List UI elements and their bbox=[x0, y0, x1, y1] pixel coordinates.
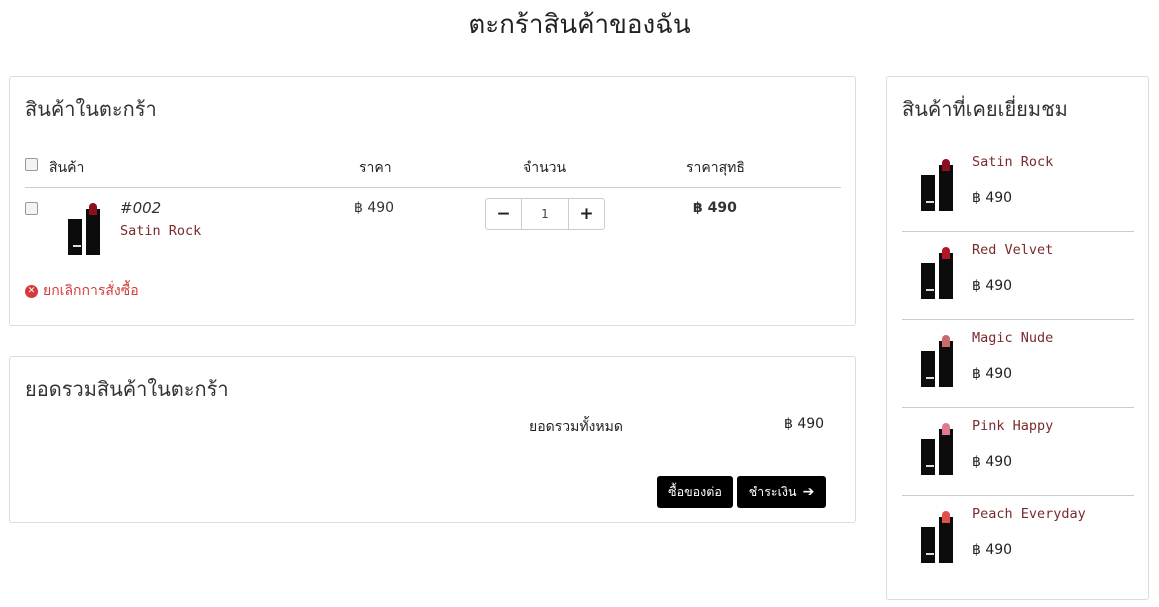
lipstick-shade bbox=[942, 247, 950, 259]
viewed-item-name[interactable]: Peach Everyday bbox=[972, 506, 1086, 522]
cart-heading: สินค้าในตะกร้า bbox=[25, 97, 157, 121]
viewed-item-name[interactable]: Magic Nude bbox=[972, 330, 1053, 346]
viewed-item-price: ฿ 490 bbox=[972, 190, 1013, 206]
item-net-price: ฿ 490 bbox=[693, 200, 737, 216]
viewed-item[interactable]: Pink Happy ฿ 490 bbox=[902, 408, 1134, 496]
total-label: ยอดรวมทั้งหมด bbox=[529, 419, 623, 435]
quantity-input[interactable]: 1 bbox=[521, 199, 569, 229]
quantity-stepper: − 1 + bbox=[485, 198, 605, 230]
item-checkbox[interactable] bbox=[25, 202, 38, 215]
lipstick-shade bbox=[942, 423, 950, 435]
decrement-button[interactable]: − bbox=[486, 199, 521, 229]
viewed-item-name[interactable]: Pink Happy bbox=[972, 418, 1053, 434]
page-title: ตะกร้าสินค้าของฉัน bbox=[468, 10, 691, 40]
viewed-item-name[interactable]: Red Velvet bbox=[972, 242, 1053, 258]
column-quantity: จำนวน bbox=[523, 160, 567, 176]
viewed-item-price: ฿ 490 bbox=[972, 366, 1013, 382]
viewed-item-name[interactable]: Satin Rock bbox=[972, 154, 1053, 170]
product-image[interactable] bbox=[919, 511, 955, 563]
total-value: ฿ 490 bbox=[784, 416, 825, 432]
arrow-right-icon: ➔ bbox=[802, 484, 815, 500]
viewed-item[interactable]: Peach Everyday ฿ 490 bbox=[902, 496, 1134, 584]
product-image[interactable] bbox=[919, 247, 955, 299]
lipstick-shade bbox=[942, 511, 950, 523]
continue-shopping-button[interactable]: ซื้อของต่อ bbox=[657, 476, 733, 508]
product-code: #002 bbox=[120, 199, 162, 217]
viewed-item[interactable]: Satin Rock ฿ 490 bbox=[902, 144, 1134, 232]
summary-heading: ยอดรวมสินค้าในตะกร้า bbox=[25, 377, 229, 401]
lipstick-shade bbox=[89, 203, 97, 215]
viewed-item[interactable]: Red Velvet ฿ 490 bbox=[902, 232, 1134, 320]
close-circle-icon: ✕ bbox=[25, 284, 38, 298]
checkout-button[interactable]: ชำระเงิน ➔ bbox=[737, 476, 826, 508]
recently-viewed-panel: สินค้าที่เคยเยี่ยมชม Satin Rock ฿ 490 Re… bbox=[886, 76, 1149, 600]
continue-shopping-label: ซื้อของต่อ bbox=[668, 484, 722, 499]
select-all-checkbox[interactable] bbox=[25, 158, 38, 171]
viewed-item-price: ฿ 490 bbox=[972, 454, 1013, 470]
header-divider bbox=[25, 187, 841, 188]
summary-panel: ยอดรวมสินค้าในตะกร้า ยอดรวมทั้งหมด ฿ 490… bbox=[9, 356, 856, 523]
product-name-link[interactable]: Satin Rock bbox=[120, 223, 201, 239]
column-price: ราคา bbox=[359, 160, 392, 176]
product-image[interactable] bbox=[66, 203, 102, 255]
item-price: ฿ 490 bbox=[354, 200, 395, 216]
column-net-price: ราคาสุทธิ bbox=[686, 160, 745, 176]
cancel-order-label: ยกเลิกการสั่งซื้อ bbox=[43, 283, 139, 299]
product-image[interactable] bbox=[919, 335, 955, 387]
product-image[interactable] bbox=[919, 159, 955, 211]
cancel-order-link[interactable]: ✕ ยกเลิกการสั่งซื้อ bbox=[25, 280, 139, 302]
checkout-label: ชำระเงิน bbox=[748, 484, 797, 499]
viewed-item-price: ฿ 490 bbox=[972, 278, 1013, 294]
viewed-item-price: ฿ 490 bbox=[972, 542, 1013, 558]
cart-panel: สินค้าในตะกร้า สินค้า ราคา จำนวน ราคาสุท… bbox=[9, 76, 856, 326]
column-product: สินค้า bbox=[49, 160, 85, 176]
lipstick-shade bbox=[942, 335, 950, 347]
increment-button[interactable]: + bbox=[569, 199, 604, 229]
recently-viewed-heading: สินค้าที่เคยเยี่ยมชม bbox=[902, 97, 1068, 121]
viewed-item[interactable]: Magic Nude ฿ 490 bbox=[902, 320, 1134, 408]
product-image[interactable] bbox=[919, 423, 955, 475]
lipstick-shade bbox=[942, 159, 950, 171]
